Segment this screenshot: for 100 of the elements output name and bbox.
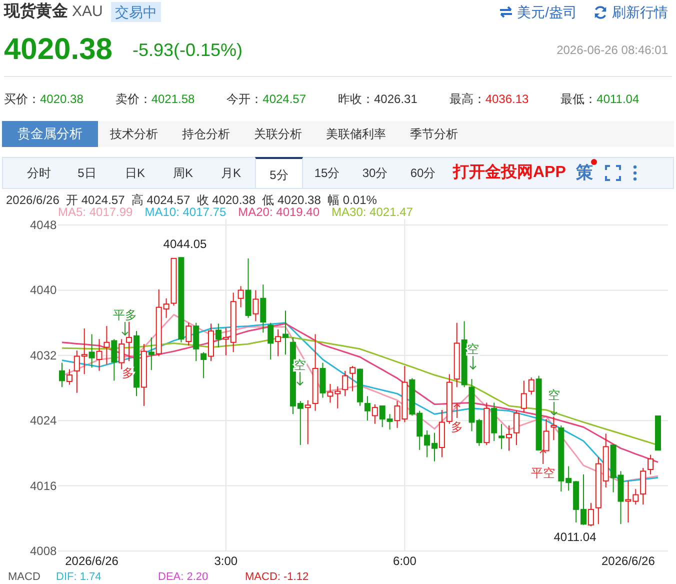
analysis-tab[interactable]: 季节分析: [398, 121, 470, 147]
candlestick: [186, 322, 192, 346]
y-axis-label: 4040: [30, 283, 57, 298]
candlestick: [543, 418, 550, 452]
analysis-tab[interactable]: 技术分析: [98, 121, 170, 147]
candlestick: [215, 323, 222, 348]
analysis-tab[interactable]: 贵金属分析: [2, 121, 98, 147]
candlestick: [252, 290, 259, 322]
macd-reading: MACD: [8, 571, 40, 583]
quote-label: 最低：: [560, 92, 597, 106]
status-badge: 交易中: [110, 2, 161, 22]
moving-average-legend: MA30: 4021.47: [332, 205, 413, 219]
moving-average-legend: MA5: 4017.99: [58, 205, 133, 219]
candlestick: [520, 380, 527, 413]
page-title: 现货黄金: [4, 2, 68, 22]
candlestick: [588, 502, 594, 527]
app-link[interactable]: 打开金投网APP: [453, 161, 566, 185]
strategy-button[interactable]: 策: [576, 160, 593, 186]
x-axis-label: 2026/6/26: [602, 554, 655, 568]
signal-arrow: [550, 402, 558, 416]
candlestick: [88, 334, 95, 368]
x-axis-label: 3:00: [214, 554, 238, 568]
candlestick: [342, 370, 348, 397]
candlestick: [111, 338, 118, 382]
quote-value: 4026.31: [374, 92, 418, 106]
macd-reading: MACD: -1.12: [245, 571, 309, 583]
quote-label: 卖价：: [115, 92, 152, 106]
y-axis-label: 4032: [30, 348, 57, 362]
quote-label: 最高：: [449, 92, 486, 106]
signal-arrow: [540, 449, 546, 464]
y-axis-label: 4016: [30, 478, 57, 493]
candlestick: [304, 400, 311, 445]
macd-reading: DIF: 1.74: [56, 571, 102, 583]
period-tab[interactable]: 60分: [399, 158, 447, 188]
signal-label: 平空: [531, 466, 555, 480]
candlestick: [66, 368, 72, 386]
y-axis-label: 4008: [30, 544, 57, 558]
more-icon[interactable]: [632, 165, 637, 181]
candlestick: [640, 467, 646, 506]
candlestick: [275, 328, 282, 357]
candlestick: [528, 376, 534, 396]
x-axis-label: 2026/6/26: [65, 554, 118, 568]
period-tab[interactable]: 30分: [351, 158, 399, 188]
candlestick: [260, 284, 266, 334]
quote-value: 4020.38: [40, 92, 84, 106]
candlestick: [104, 326, 110, 365]
analysis-tab[interactable]: 美联储利率: [314, 121, 398, 147]
symbol-label: XAU: [72, 2, 103, 22]
price-mark: 4044.05: [163, 237, 207, 251]
macd-reading: DEA: 2.20: [158, 571, 208, 583]
candlestick: [126, 320, 132, 362]
candlestick: [200, 352, 207, 379]
unit-button[interactable]: 美元/盎司: [499, 2, 577, 22]
candlestick: [498, 423, 505, 450]
x-axis-label: 6:00: [393, 554, 416, 568]
candlestick: [550, 416, 557, 441]
period-tab[interactable]: 5分: [255, 157, 303, 188]
candlestick: [282, 310, 288, 356]
price-change: -5.93(-0.15%): [132, 38, 243, 62]
signal-label: 空: [548, 388, 560, 402]
quote-label: 今开：: [226, 92, 263, 106]
period-tab[interactable]: 周K: [159, 158, 207, 188]
refresh-button[interactable]: 刷新行情: [593, 2, 668, 22]
price-mark: 4011.04: [554, 530, 596, 544]
candlestick: [268, 322, 274, 360]
signal-arrow: [296, 372, 304, 386]
period-tab[interactable]: 分时: [15, 158, 63, 188]
candlestick: [238, 286, 244, 308]
signal-label: 多: [122, 366, 134, 380]
candlestick: [193, 322, 200, 362]
signal-label: 多: [451, 420, 463, 434]
y-axis-label: 4048: [30, 219, 57, 232]
candlestick: [350, 365, 356, 392]
last-price: 4020.38: [4, 35, 112, 65]
analysis-tab[interactable]: 持仓分析: [170, 121, 242, 147]
analysis-tab[interactable]: 关联分析: [242, 121, 314, 147]
y-axis-label: 4024: [30, 414, 57, 428]
fullscreen-icon[interactable]: [604, 165, 621, 181]
moving-average-legend: MA20: 4019.40: [238, 205, 320, 219]
candlestick: [96, 338, 102, 372]
period-tab[interactable]: 月K: [207, 158, 255, 188]
candle-info: 2026/6/26 开 4024.57 高 4024.57 收 4020.38 低 4020.38 幅 0.01%: [6, 193, 377, 207]
period-tab[interactable]: 15分: [303, 158, 351, 188]
signal-arrow: [470, 356, 476, 370]
candlestick: [648, 454, 654, 475]
period-tab[interactable]: 日K: [111, 158, 159, 188]
quote-value: 4036.13: [485, 92, 529, 106]
candlestick: [59, 362, 65, 388]
quote-value: 4011.04: [596, 92, 640, 106]
candlestick: [148, 336, 154, 371]
candlestick: [364, 396, 370, 422]
candlestick: [506, 424, 512, 452]
candlestick: [513, 410, 520, 446]
signal-arrow: [122, 322, 128, 336]
quote-label: 昨收：: [338, 92, 374, 106]
signal-label: 空: [467, 342, 479, 356]
quote-value: 4024.57: [262, 92, 306, 106]
period-tab[interactable]: 5日: [63, 158, 111, 188]
timestamp: 2026-06-26 08:46:01: [556, 42, 669, 59]
quote-label: 买价：: [4, 92, 40, 106]
